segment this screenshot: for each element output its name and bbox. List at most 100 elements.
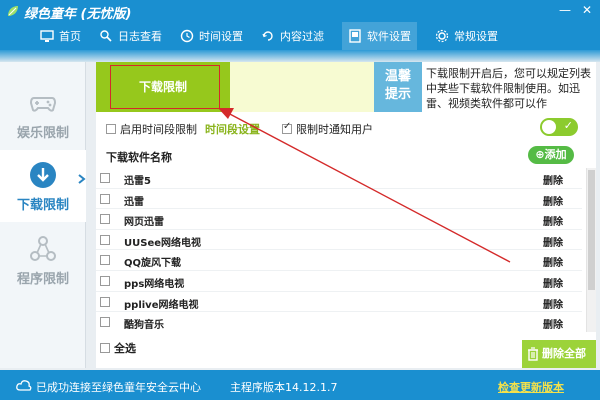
app-title: 绿色童年 (无忧版) [24,7,132,22]
delete-all-button[interactable]: 删除全部 [522,340,596,368]
delete-button[interactable]: 删除 [543,275,563,290]
list-item: QQ旋风下载 删除 [96,250,582,271]
tip-badge-line: 温馨 [384,69,411,84]
log-search-icon [100,30,112,42]
nav-label: 软件设置 [367,30,411,43]
program-share-icon [30,236,56,261]
nav-time[interactable]: 时间设置 [180,22,243,50]
nav-label: 日志查看 [118,30,162,43]
row-checkbox[interactable] [100,296,110,307]
list-header-label: 下载软件名称 [106,151,172,164]
software-list: 迅雷5 删除 迅雷 删除 网页迅雷 删除 UUSee网络电视 删除 QQ旋风下载… [96,168,582,332]
row-checkbox[interactable] [100,173,110,183]
time-limit-label: 启用时间段限制 [120,123,197,136]
delete-button[interactable]: 删除 [543,193,563,208]
minimize-button[interactable]: — [556,2,574,18]
close-button[interactable]: ✕ [578,2,596,18]
tab-filler [230,62,374,112]
list-scrollbar[interactable] [586,168,596,332]
sidebar: 娱乐限制 下载限制 程序限制 [0,62,86,368]
sidebar-item-label: 下载限制 [16,198,69,213]
delete-all-label: 删除全部 [542,347,586,360]
nav-label: 常规设置 [454,30,498,43]
title-bar: 绿色童年 (无忧版) — ✕ [0,0,600,22]
row-checkbox[interactable] [100,234,110,245]
delete-button[interactable]: 删除 [543,254,563,269]
list-item: pplive网络电视 删除 [96,292,582,313]
select-all-checkbox[interactable] [100,343,110,353]
gear-icon [435,29,449,43]
software-icon [349,29,361,43]
select-all-label: 全选 [114,342,136,355]
sidebar-item-label: 娱乐限制 [16,126,69,141]
highlight-box [110,65,220,109]
delete-button[interactable]: 删除 [543,213,563,228]
filter-icon [262,31,273,41]
clock-icon [180,29,194,43]
row-checkbox[interactable] [100,317,110,328]
status-bar: 已成功连接至绿色童年安全云中心 主程序版本14.12.1.7 检查更新版本 [0,370,600,400]
list-item: pps网络电视 删除 [96,271,582,292]
row-checkbox[interactable] [100,255,110,266]
nav-home[interactable]: 首页 [40,22,81,50]
add-label: 添加 [544,148,567,161]
time-setting-link[interactable]: 时间段设置 [205,121,260,137]
software-name: 迅雷5 [124,176,151,187]
list-item: 迅雷 删除 [96,189,582,210]
app-logo-icon [8,6,18,16]
nav-log[interactable]: 日志查看 [99,22,162,50]
enable-toggle[interactable]: ✓ [540,118,578,136]
nav-label: 首页 [59,30,81,43]
cloud-icon [16,380,32,391]
main-nav: 首页 日志查看 时间设置 内容过滤 软件设置 常规设置 [0,22,600,50]
list-item: 迅雷5 删除 [96,168,582,189]
scrollbar-thumb[interactable] [588,170,595,290]
software-name: 酷狗音乐 [124,320,164,332]
nav-general[interactable]: 常规设置 [435,22,498,50]
nav-label: 时间设置 [199,30,243,43]
notify-user-label: 限制时通知用户 [296,123,373,136]
tip-badge: 温馨 提示 [374,62,422,112]
sidebar-item-label: 程序限制 [16,272,69,287]
gamepad-icon [29,97,57,112]
delete-button[interactable]: 删除 [543,296,563,311]
notify-user-checkbox[interactable] [282,121,292,134]
sidebar-item-download[interactable]: 下载限制 [0,150,86,222]
nav-label: 内容过滤 [280,30,324,43]
plus-icon: ⊕ [535,148,545,161]
content-panel: 下载限制 温馨 提示 下载限制开启后，您可以规定列表中某些下载软件限制使用。如迅… [96,62,596,368]
check-icon: ✓ [563,119,573,132]
trash-icon [528,347,538,361]
download-icon [30,162,56,188]
chevron-right-icon [78,174,86,184]
row-checkbox[interactable] [100,275,110,286]
software-name: UUSee网络电视 [124,237,202,249]
add-button[interactable]: ⊕添加 [528,146,574,164]
list-item: UUSee网络电视 删除 [96,230,582,251]
monitor-icon [40,30,54,42]
check-update-link[interactable]: 检查更新版本 [498,379,564,395]
row-checkbox[interactable] [100,193,110,204]
select-all[interactable]: 全选 [100,340,136,356]
nav-filter[interactable]: 内容过滤 [261,22,324,50]
sidebar-item-entertainment[interactable]: 娱乐限制 [0,78,86,150]
list-header: 下载软件名称 ⊕添加 [96,144,596,168]
row-checkbox[interactable] [100,214,110,225]
time-limit-checkbox[interactable] [106,124,116,134]
nav-strip [0,50,600,62]
delete-button[interactable]: 删除 [543,172,563,187]
delete-button[interactable]: 删除 [543,316,563,331]
tip-badge-line: 提示 [384,87,411,102]
software-name: pps网络电视 [124,278,185,290]
tip-text: 下载限制开启后，您可以规定列表中某些下载软件限制使用。如迅雷、视频类软件都可以作 [426,67,591,110]
sidebar-item-program[interactable]: 程序限制 [0,224,86,296]
software-name: 网页迅雷 [124,217,164,229]
connection-status: 已成功连接至绿色童年安全云中心 [36,381,201,394]
software-name: pplive网络电视 [124,299,199,311]
list-item: 酷狗音乐 删除 [96,312,582,332]
nav-software[interactable]: 软件设置 [342,22,417,50]
software-name: 迅雷 [124,196,144,208]
delete-button[interactable]: 删除 [543,234,563,249]
list-item: 网页迅雷 删除 [96,209,582,230]
toggle-knob [542,120,556,134]
